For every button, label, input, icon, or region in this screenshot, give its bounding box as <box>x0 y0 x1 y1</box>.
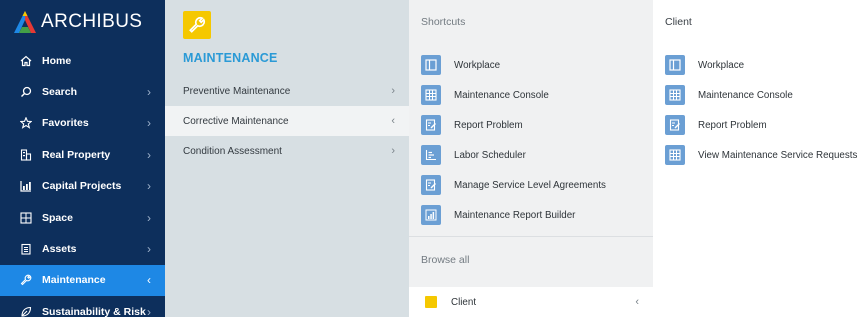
client-list: Workplace Maintenance Console Report Pro… <box>665 50 857 170</box>
shortcut-label: Manage Service Level Agreements <box>454 179 606 191</box>
shortcut-label: Report Problem <box>454 119 523 131</box>
shortcut-manage-sla[interactable]: Manage Service Level Agreements <box>421 170 606 200</box>
grid-icon <box>421 85 441 105</box>
divider <box>409 236 653 237</box>
main-navigation: ARCHIBUS Home Search › Favorites › Real … <box>0 0 165 317</box>
client-heading: Client <box>665 16 692 28</box>
client-link-label: Workplace <box>698 59 745 71</box>
shortcuts-heading: Shortcuts <box>421 16 466 28</box>
nav-item-label: Home <box>42 54 72 67</box>
chevron-right-icon: › <box>147 304 151 317</box>
client-color-swatch <box>425 296 437 308</box>
column-chart-icon <box>421 205 441 225</box>
chevron-left-icon: ‹ <box>147 273 151 288</box>
nav-item-assets[interactable]: Assets › <box>0 233 165 264</box>
client-link-label: Report Problem <box>698 119 767 131</box>
nav-item-maintenance[interactable]: Maintenance ‹ <box>0 264 165 297</box>
chevron-left-icon: ‹ <box>391 115 395 127</box>
submenu-item-label: Condition Assessment <box>183 145 282 157</box>
chevron-right-icon: › <box>147 85 151 100</box>
shortcut-label: Workplace <box>454 59 501 71</box>
shortcut-label: Maintenance Report Builder <box>454 209 576 221</box>
chart-icon <box>19 179 33 193</box>
edit-form-icon <box>665 115 685 135</box>
shortcut-workplace[interactable]: Workplace <box>421 50 606 80</box>
client-link-view-service-requests[interactable]: View Maintenance Service Requests <box>665 140 857 170</box>
wrench-icon <box>183 11 211 39</box>
nav-item-label: Capital Projects <box>42 180 122 193</box>
client-link-label: View Maintenance Service Requests <box>698 149 858 161</box>
layout-icon <box>665 55 685 75</box>
client-link-report-problem[interactable]: Report Problem <box>665 110 857 140</box>
shortcut-maintenance-report-builder[interactable]: Maintenance Report Builder <box>421 200 606 230</box>
maintenance-submenu: MAINTENANCE Preventive Maintenance › Cor… <box>165 0 409 317</box>
client-panel: Client Workplace Maintenance Console Rep… <box>653 0 866 317</box>
leaf-icon <box>19 305 33 317</box>
nav-item-sustainability-risk[interactable]: Sustainability & Risk › <box>0 296 165 317</box>
chevron-right-icon: › <box>391 85 395 97</box>
nav-item-real-property[interactable]: Real Property › <box>0 139 165 170</box>
nav-item-label: Favorites <box>42 117 89 130</box>
nav-item-label: Sustainability & Risk <box>42 305 146 317</box>
chevron-right-icon: › <box>147 116 151 131</box>
chevron-left-icon: ‹ <box>635 296 639 308</box>
star-icon <box>19 116 33 130</box>
submenu-title: MAINTENANCE <box>183 51 278 65</box>
wrench-icon <box>19 273 33 287</box>
chevron-right-icon: › <box>391 145 395 157</box>
client-link-workplace[interactable]: Workplace <box>665 50 857 80</box>
floorplan-icon <box>19 211 33 225</box>
shortcuts-panel: Shortcuts Workplace Maintenance Console … <box>409 0 653 317</box>
client-link-maintenance-console[interactable]: Maintenance Console <box>665 80 857 110</box>
submenu-item-preventive-maintenance[interactable]: Preventive Maintenance › <box>165 76 409 106</box>
grid-icon <box>665 145 685 165</box>
clipboard-icon <box>19 242 33 256</box>
nav-item-space[interactable]: Space › <box>0 202 165 233</box>
chevron-right-icon: › <box>147 210 151 225</box>
nav-item-search[interactable]: Search › <box>0 76 165 107</box>
nav-list: Home Search › Favorites › Real Property … <box>0 45 165 317</box>
brand[interactable]: ARCHIBUS <box>0 0 165 44</box>
brand-name: ARCHIBUS <box>41 11 143 32</box>
chevron-right-icon: › <box>147 179 151 194</box>
nav-item-capital-projects[interactable]: Capital Projects › <box>0 171 165 202</box>
submenu-item-label: Corrective Maintenance <box>183 115 289 127</box>
shortcut-label: Labor Scheduler <box>454 149 526 161</box>
edit-form-icon <box>421 175 441 195</box>
chevron-right-icon: › <box>147 242 151 257</box>
nav-item-label: Real Property <box>42 148 111 161</box>
chevron-right-icon: › <box>147 147 151 162</box>
shortcut-label: Maintenance Console <box>454 89 549 101</box>
shortcuts-list: Workplace Maintenance Console Report Pro… <box>421 50 606 230</box>
submenu-item-label: Preventive Maintenance <box>183 85 291 97</box>
home-icon <box>19 54 33 68</box>
nav-item-favorites[interactable]: Favorites › <box>0 108 165 139</box>
browse-item-label: Client <box>451 296 477 308</box>
edit-form-icon <box>421 115 441 135</box>
submenu-list: Preventive Maintenance › Corrective Main… <box>165 76 409 166</box>
nav-item-label: Search <box>42 86 78 99</box>
building-icon <box>19 148 33 162</box>
browse-item-client[interactable]: Client ‹ <box>409 287 653 317</box>
browse-all-heading: Browse all <box>421 254 470 266</box>
client-link-label: Maintenance Console <box>698 89 793 101</box>
shortcut-maintenance-console[interactable]: Maintenance Console <box>421 80 606 110</box>
bar-chart-icon <box>421 145 441 165</box>
grid-icon <box>665 85 685 105</box>
search-icon <box>19 85 33 99</box>
submenu-item-condition-assessment[interactable]: Condition Assessment › <box>165 136 409 166</box>
nav-item-label: Maintenance <box>42 274 106 287</box>
nav-item-label: Space <box>42 211 73 224</box>
nav-item-home[interactable]: Home <box>0 45 165 76</box>
shortcut-labor-scheduler[interactable]: Labor Scheduler <box>421 140 606 170</box>
shortcut-report-problem[interactable]: Report Problem <box>421 110 606 140</box>
submenu-item-corrective-maintenance[interactable]: Corrective Maintenance ‹ <box>165 106 409 136</box>
nav-item-label: Assets <box>42 243 77 256</box>
layout-icon <box>421 55 441 75</box>
archibus-logo <box>14 11 36 33</box>
